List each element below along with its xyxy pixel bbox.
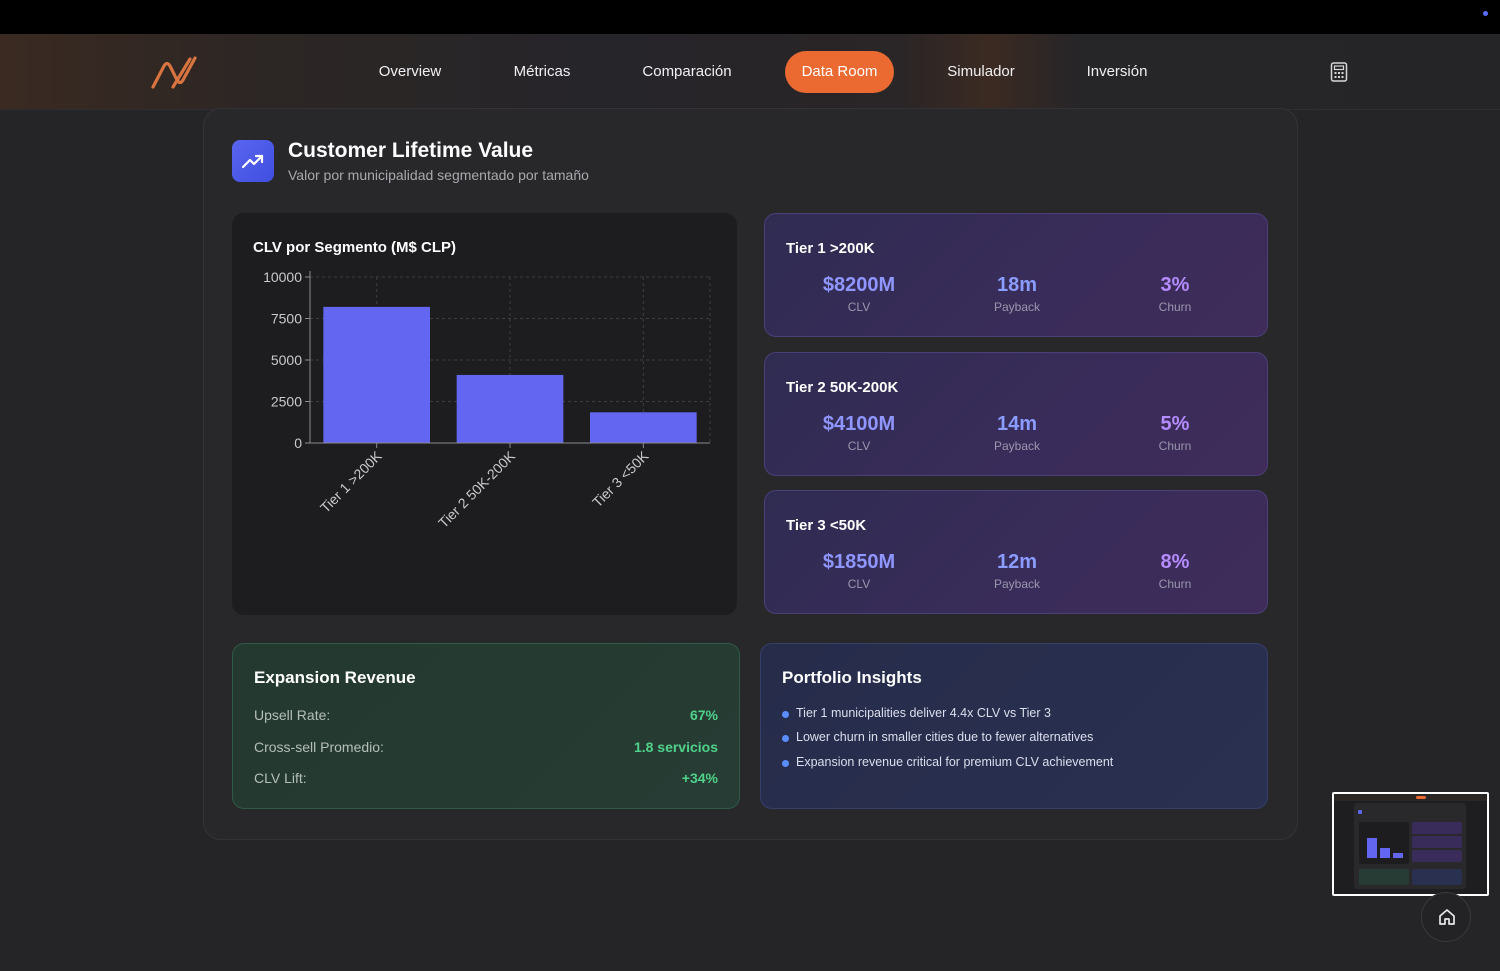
chart-bar [323, 306, 430, 443]
expansion-row-label: CLV Lift: [254, 770, 307, 786]
nav-item-data-room[interactable]: Data Room [785, 51, 894, 93]
tier-payback-label: Payback [993, 577, 1041, 591]
chart-y-tick-label: 0 [294, 435, 302, 451]
home-icon [1439, 909, 1455, 925]
page-preview-thumbnail[interactable] [1332, 792, 1489, 896]
insights-title: Portfolio Insights [782, 668, 922, 687]
page-subtitle: Valor por municipalidad segmentado por t… [288, 167, 589, 183]
tier-payback: 14m Payback [947, 413, 1087, 453]
tier-card: Tier 3 <50K $1850M CLV 12m Payback 8% Ch… [764, 490, 1268, 614]
nav-item-overview[interactable]: Overview [360, 51, 460, 93]
expansion-row-label: Upsell Rate: [254, 707, 331, 723]
expansion-revenue-card: Expansion Revenue Upsell Rate: 67% Cross… [232, 643, 740, 809]
clv-chart-card: CLV por Segmento (M$ CLP) 0 2500 5000 7500 1… [232, 213, 737, 615]
insight-item: Lower churn in smaller cities due to few… [782, 730, 1093, 744]
expansion-row-label: Cross-sell Promedio: [254, 739, 384, 755]
chart-x-tick-label: Tier 2 50K-200K [435, 447, 519, 531]
insight-item: Expansion revenue critical for premium C… [782, 755, 1113, 769]
tier-clv-label: CLV [847, 577, 871, 591]
tier-churn-value: 5% [1160, 413, 1190, 435]
system-top-bar [0, 0, 1500, 34]
expansion-row-value: 67% [689, 707, 718, 723]
tier-churn: 3% Churn [1105, 274, 1245, 314]
chart-y-tick-label: 2500 [271, 394, 302, 410]
expansion-row: Cross-sell Promedio: 1.8 servicios [254, 739, 718, 759]
tier-card: Tier 2 50K-200K $4100M CLV 14m Payback 5… [764, 352, 1268, 476]
calculator-icon[interactable] [1330, 62, 1348, 82]
tier-payback: 18m Payback [947, 274, 1087, 314]
portfolio-insights-card: Portfolio Insights Tier 1 municipalities… [760, 643, 1268, 809]
tier-churn-label: Churn [1158, 577, 1192, 591]
tier-payback-label: Payback [993, 439, 1041, 453]
expansion-row: CLV Lift: +34% [254, 770, 718, 790]
nav-item-inversion[interactable]: Inversión [1068, 51, 1166, 93]
chart-y-tick-label: 10000 [263, 269, 302, 285]
chart-bar [590, 412, 697, 443]
tier-clv: $8200M CLV [789, 274, 929, 314]
tier-churn-value: 8% [1160, 551, 1190, 573]
tier-clv-label: CLV [847, 439, 871, 453]
tier-clv-value: $8200M [822, 274, 896, 296]
tier-clv-value: $4100M [822, 413, 896, 435]
nav-item-metricas[interactable]: Métricas [492, 51, 592, 93]
status-dot [1483, 11, 1488, 16]
insight-item: Tier 1 municipalities deliver 4.4x CLV v… [782, 706, 1051, 720]
tier-name: Tier 2 50K-200K [786, 379, 899, 396]
thumbnail-preview-image [1334, 794, 1487, 889]
expansion-row: Upsell Rate: 67% [254, 707, 718, 727]
tier-churn-label: Churn [1158, 439, 1192, 453]
tier-payback-label: Payback [993, 300, 1041, 314]
trending-up-icon [232, 140, 274, 182]
home-button[interactable] [1421, 892, 1471, 942]
tier-churn: 8% Churn [1105, 551, 1245, 591]
tier-clv-value: $1850M [822, 551, 896, 573]
tier-clv: $4100M CLV [789, 413, 929, 453]
tier-payback-value: 14m [996, 413, 1038, 435]
tier-payback-value: 18m [996, 274, 1038, 296]
page-title: Customer Lifetime Value [288, 139, 534, 162]
tier-churn: 5% Churn [1105, 413, 1245, 453]
tier-payback-value: 12m [996, 551, 1038, 573]
clv-bar-chart: 0 2500 5000 7500 10000 Tier 1 >200K Tier 2 50K… [263, 269, 711, 531]
tier-payback: 12m Payback [947, 551, 1087, 591]
nav-item-comparacion[interactable]: Comparación [626, 51, 748, 93]
chart-y-tick-label: 7500 [271, 311, 302, 327]
chart-x-tick-label: Tier 3 <50K [589, 447, 652, 510]
tier-name: Tier 1 >200K [786, 240, 875, 257]
expansion-row-value: 1.8 servicios [633, 739, 718, 755]
expansion-title: Expansion Revenue [254, 668, 416, 687]
tier-name: Tier 3 <50K [786, 517, 867, 534]
chart-x-tick-label: Tier 1 >200K [317, 447, 385, 515]
chart-bar [456, 374, 564, 443]
expansion-row-value: +34% [681, 770, 718, 786]
brand-logo-icon[interactable] [150, 54, 198, 90]
tier-card: Tier 1 >200K $8200M CLV 18m Payback 3% C… [764, 213, 1268, 337]
nav-item-simulador[interactable]: Simulador [930, 51, 1032, 93]
navbar: Overview Métricas Comparación Data Room … [0, 34, 1500, 110]
tier-clv: $1850M CLV [789, 551, 929, 591]
tier-clv-label: CLV [847, 300, 871, 314]
chart-y-tick-label: 5000 [271, 352, 302, 368]
tier-churn-value: 3% [1160, 274, 1190, 296]
tier-churn-label: Churn [1158, 300, 1192, 314]
